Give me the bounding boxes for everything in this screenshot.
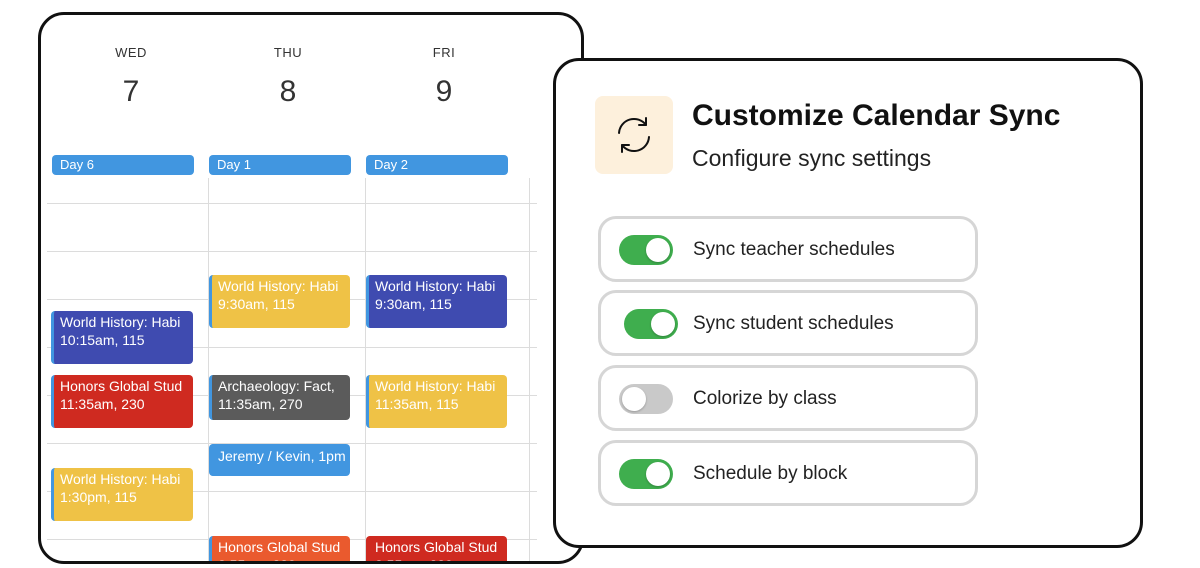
toggle-switch[interactable]	[619, 235, 673, 265]
event-title: Honors Global Stud	[60, 378, 183, 394]
event-detail: 2:55pm, 230	[375, 556, 507, 561]
event-detail: 9:30am, 115	[375, 296, 452, 312]
event-title: Archaeology: Fact,	[218, 378, 335, 394]
allday-chip-fri[interactable]: Day 2	[366, 155, 508, 175]
sync-icon-tile	[595, 96, 673, 174]
toggle-switch[interactable]	[624, 309, 678, 339]
panel-title: Customize Calendar Sync	[692, 99, 1061, 132]
calendar-event[interactable]: Honors Global Stud 2:55pm, 230	[366, 536, 507, 561]
event-detail: 11:35am, 115	[375, 396, 459, 412]
calendar-event[interactable]: Archaeology: Fact, 11:35am, 270	[209, 375, 350, 420]
allday-chip-thu[interactable]: Day 1	[209, 155, 351, 175]
sync-settings-panel: Customize Calendar Sync Configure sync s…	[553, 58, 1143, 548]
grid-line	[47, 203, 537, 204]
calendar-event[interactable]: World History: Habi 9:30am, 115	[366, 275, 507, 328]
event-title: Honors Global Stud	[375, 539, 498, 555]
event-title: World History: Habi	[60, 314, 181, 330]
event-detail: 11:35am, 230	[60, 396, 145, 412]
grid-line	[529, 178, 530, 561]
option-label: Sync teacher schedules	[693, 239, 895, 260]
toggle-knob	[622, 387, 646, 411]
event-detail: 10:15am, 115	[60, 332, 145, 348]
option-sync-student-schedules[interactable]: Sync student schedules	[598, 290, 978, 356]
panel-subtitle: Configure sync settings	[692, 145, 932, 171]
option-schedule-by-block[interactable]: Schedule by block	[598, 440, 978, 506]
calendar-event[interactable]: World History: Habi 11:35am, 115	[366, 375, 507, 428]
calendar-event[interactable]: World History: Habi 10:15am, 115	[51, 311, 193, 364]
option-label: Schedule by block	[693, 463, 848, 484]
toggle-switch[interactable]	[619, 384, 673, 414]
day-number: 7	[122, 75, 140, 108]
day-of-week: FRI	[432, 45, 456, 60]
day-of-week: THU	[273, 45, 303, 60]
option-label: Sync student schedules	[693, 313, 894, 334]
event-detail: 2:55pm, 230	[218, 556, 350, 561]
option-colorize-by-class[interactable]: Colorize by class	[598, 365, 978, 431]
event-detail: 11:35am, 270	[218, 396, 303, 412]
day-of-week: WED	[115, 45, 147, 60]
event-title: Jeremy / Kevin, 1pm	[218, 448, 346, 464]
toggle-knob	[646, 238, 670, 262]
calendar-event[interactable]: World History: Habi 9:30am, 115	[209, 275, 350, 328]
day-number: 8	[279, 75, 297, 108]
event-title: World History: Habi	[60, 471, 181, 487]
event-title: World History: Habi	[375, 378, 496, 394]
event-title: World History: Habi	[218, 278, 339, 294]
day-number: 9	[435, 75, 453, 108]
option-label: Colorize by class	[693, 388, 837, 409]
grid-line	[208, 178, 209, 561]
event-title: Honors Global Stud	[218, 539, 341, 555]
calendar-card: WED 7 THU 8 FRI 9 Day 6 Day 1 Day 2 Worl…	[38, 12, 584, 564]
calendar-event[interactable]: Honors Global Stud 11:35am, 230	[51, 375, 193, 428]
calendar-event[interactable]: Honors Global Stud 2:55pm, 230	[209, 536, 350, 561]
event-detail: 1:30pm, 115	[60, 489, 137, 505]
grid-line	[47, 251, 537, 252]
toggle-switch[interactable]	[619, 459, 673, 489]
toggle-knob	[651, 312, 675, 336]
event-title: World History: Habi	[375, 278, 496, 294]
event-detail: 9:30am, 115	[218, 296, 295, 312]
grid-line	[365, 178, 366, 561]
toggle-knob	[646, 462, 670, 486]
calendar-event[interactable]: World History: Habi 1:30pm, 115	[51, 468, 193, 521]
option-sync-teacher-schedules[interactable]: Sync teacher schedules	[598, 216, 978, 282]
calendar-event[interactable]: Jeremy / Kevin, 1pm	[209, 444, 350, 476]
allday-chip-wed[interactable]: Day 6	[52, 155, 194, 175]
sync-icon	[618, 117, 650, 153]
